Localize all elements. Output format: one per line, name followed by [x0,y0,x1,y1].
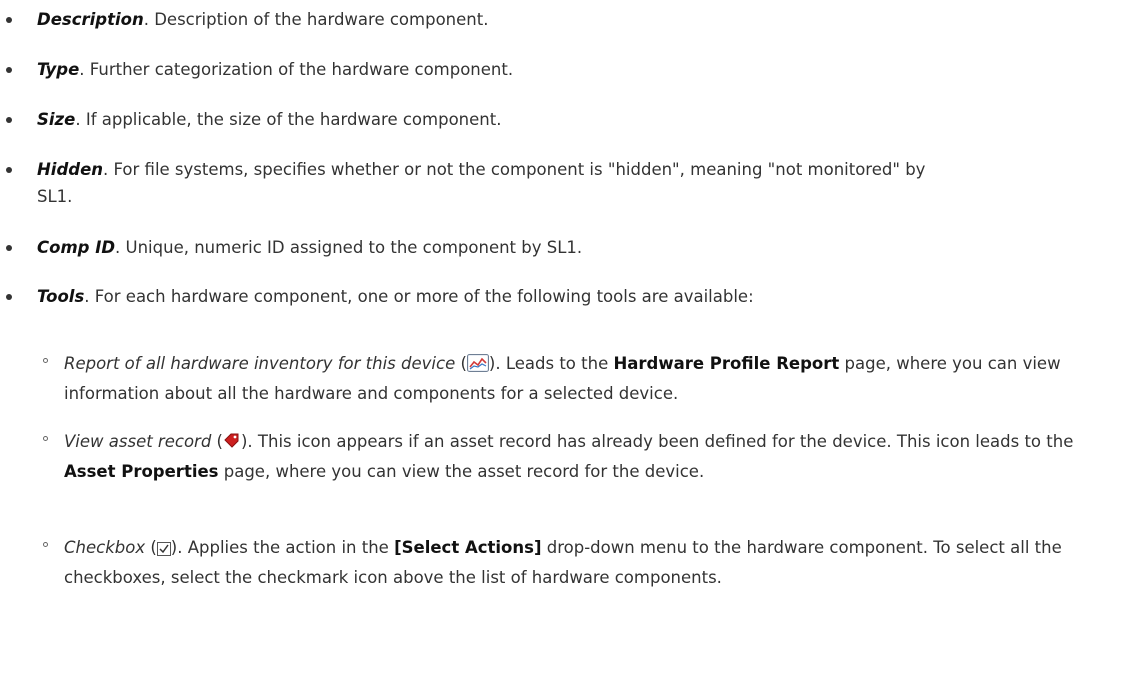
tool-name-checkbox: Checkbox [64,538,146,557]
bullet [6,67,12,73]
report-chart-icon [466,353,489,380]
bullet [6,167,12,173]
list-item-tools: Tools. For each hardware component, one … [0,283,1100,310]
bullet [6,294,12,300]
comp-id-text: . Unique, numeric ID assigned to the com… [115,238,583,257]
document-page: Description. Description of the hardware… [0,0,1143,693]
sub-bullet [43,436,48,441]
tool-item-asset: View asset record (). This icon appears … [0,428,1100,485]
description-text: . Description of the hardware component. [143,10,489,29]
tool-item-checkbox: Checkbox (). Applies the action in the [… [0,534,1100,591]
tool-name-report: Report of all hardware inventory for thi… [64,354,456,373]
term-tools: Tools [37,287,85,306]
bullet [6,245,12,251]
term-comp-id: Comp ID [37,238,116,257]
sub-bullet [43,358,48,363]
list-item-type: Type. Further categorization of the hard… [0,56,1100,83]
term-hidden: Hidden [37,160,104,179]
bullet [6,117,12,123]
hidden-text: . For file systems, specifies whether or… [37,160,926,206]
list-item-size: Size. If applicable, the size of the har… [0,106,1100,133]
term-size: Size [37,110,76,129]
type-text: . Further categorization of the hardware… [79,60,514,79]
list-item-comp-id: Comp ID. Unique, numeric ID assigned to … [0,234,1100,261]
asset-tag-icon [223,431,241,458]
term-description: Description [37,10,144,29]
select-actions-label: [Select Actions] [394,538,542,557]
bullet [6,17,12,23]
hardware-profile-report-label: Hardware Profile Report [613,354,840,373]
checkbox-icon [156,537,171,564]
tools-text: . For each hardware component, one or mo… [84,287,754,306]
size-text: . If applicable, the size of the hardwar… [75,110,502,129]
asset-properties-label: Asset Properties [64,462,219,481]
tool-name-asset: View asset record [64,432,212,451]
list-item-hidden: Hidden. For file systems, specifies whet… [0,156,1100,210]
tool-item-report: Report of all hardware inventory for thi… [0,350,1100,407]
term-type: Type [37,60,80,79]
sub-bullet [43,542,48,547]
list-item-description: Description. Description of the hardware… [0,6,1100,33]
